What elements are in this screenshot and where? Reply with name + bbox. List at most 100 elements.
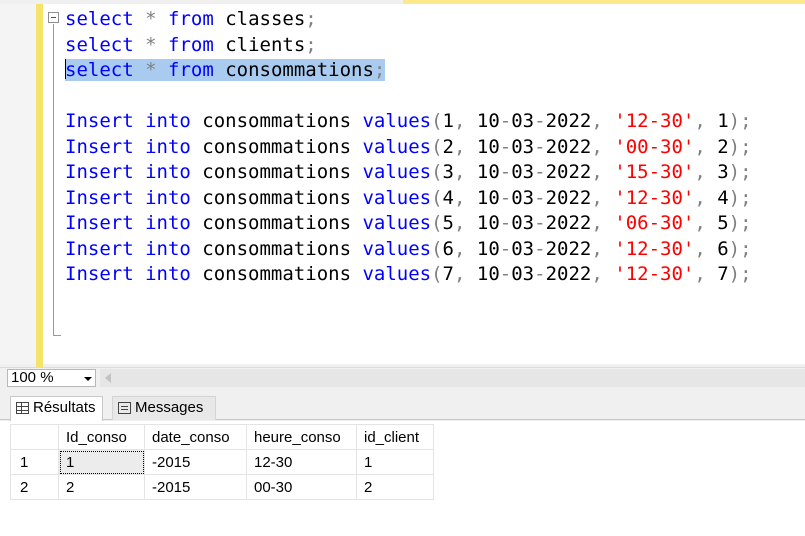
- code-token: '06-30': [614, 212, 695, 234]
- column-header[interactable]: date_conso: [144, 424, 247, 450]
- code-token: -: [534, 212, 546, 234]
- code-token: -: [499, 186, 512, 209]
- code-token: values: [362, 110, 432, 132]
- scroll-left-icon[interactable]: [105, 373, 111, 383]
- code-token: into: [145, 263, 191, 285]
- code-token: *: [145, 59, 157, 81]
- column-header[interactable]: heure_conso: [246, 424, 357, 450]
- code-line[interactable]: Insert into consommations values(6, 10-0…: [65, 237, 752, 263]
- code-token: 03: [511, 212, 535, 234]
- code-token: -: [499, 237, 512, 260]
- code-token: -: [499, 135, 512, 158]
- row-header-corner[interactable]: [10, 424, 59, 450]
- horizontal-scrollbar[interactable]: [100, 369, 805, 387]
- code-token: 03: [511, 263, 535, 285]
- code-line[interactable]: [65, 84, 752, 110]
- code-token: 2022: [545, 212, 592, 234]
- grid-cell[interactable]: 12-30: [246, 449, 357, 475]
- code-line[interactable]: Insert into consommations values(5, 10-0…: [65, 211, 752, 237]
- code-token: values: [362, 237, 432, 260]
- code-token: (: [431, 212, 443, 234]
- code-token: '12-30': [614, 110, 695, 132]
- grid-cell[interactable]: 2: [356, 474, 434, 500]
- code-line[interactable]: select * from classes;: [65, 7, 752, 33]
- code-line[interactable]: select * from consommations;: [65, 58, 752, 84]
- code-token: values: [362, 212, 432, 234]
- outline-guide-end: [53, 335, 61, 336]
- code-token: consommations: [190, 161, 363, 183]
- results-grid[interactable]: Id_conso date_conso heure_conso id_clien…: [10, 424, 434, 500]
- code-token: from: [168, 33, 214, 56]
- row-number[interactable]: 1: [10, 449, 59, 475]
- code-token: 2022: [545, 135, 592, 158]
- code-token: consommations: [213, 59, 374, 81]
- code-token: 10: [465, 161, 500, 183]
- code-line[interactable]: Insert into consommations values(3, 10-0…: [65, 160, 752, 186]
- grid-cell[interactable]: 00-30: [246, 474, 357, 500]
- code-token: 03: [511, 135, 535, 158]
- tab-results[interactable]: Résultats: [10, 396, 103, 421]
- table-row[interactable]: 1 1 -2015 12-30 1: [10, 449, 434, 475]
- code-token: *: [145, 33, 157, 56]
- code-token: -: [534, 263, 546, 285]
- column-header[interactable]: id_client: [356, 424, 434, 450]
- column-header[interactable]: Id_conso: [58, 424, 145, 450]
- code-token: ;: [373, 59, 386, 81]
- grid-cell[interactable]: -2015: [144, 449, 247, 475]
- code-token: 10: [465, 237, 500, 260]
- grid-cell[interactable]: -2015: [144, 474, 247, 500]
- code-token: Insert: [65, 161, 134, 183]
- grid-cell[interactable]: 2: [58, 474, 145, 500]
- code-line[interactable]: Insert into consommations values(2, 10-0…: [65, 135, 752, 161]
- code-token: ,: [694, 161, 706, 183]
- code-token: 10: [465, 135, 500, 158]
- code-token: 7: [442, 263, 454, 285]
- code-token: ,: [694, 212, 706, 234]
- code-line[interactable]: Insert into consommations values(1, 10-0…: [65, 109, 752, 135]
- code-token: 10: [465, 110, 500, 132]
- code-line[interactable]: Insert into consommations values(7, 10-0…: [65, 262, 752, 288]
- code-token: (: [431, 110, 443, 132]
- code-token: Insert: [65, 263, 134, 285]
- chevron-down-icon[interactable]: [84, 377, 92, 381]
- grid-cell[interactable]: 1: [58, 449, 145, 475]
- text-selection[interactable]: select * from consommations;: [65, 59, 386, 81]
- code-token: );: [728, 110, 752, 132]
- code-token: (: [431, 237, 443, 260]
- code-token: ,: [591, 237, 603, 260]
- code-token: 10: [465, 263, 500, 285]
- code-token: Insert: [65, 135, 134, 158]
- code-token: into: [145, 212, 191, 234]
- code-token: ,: [694, 237, 706, 260]
- code-token: ,: [694, 135, 706, 158]
- code-line[interactable]: select * from clients;: [65, 33, 752, 59]
- sql-code[interactable]: select * from classes; select * from clie…: [65, 7, 752, 288]
- code-token: ,: [694, 186, 706, 209]
- zoom-dropdown[interactable]: 100 %: [7, 369, 96, 387]
- code-token: 10: [465, 186, 500, 209]
- query-editor[interactable]: select * from classes; select * from clie…: [0, 4, 805, 364]
- tab-messages[interactable]: Messages: [112, 396, 216, 420]
- row-number[interactable]: 2: [10, 474, 59, 500]
- code-token: 5: [705, 212, 729, 234]
- code-token: ,: [591, 110, 603, 132]
- code-token: 2022: [545, 161, 592, 183]
- collapse-region-icon[interactable]: [48, 12, 59, 23]
- code-token: select: [65, 8, 134, 30]
- code-token: into: [145, 186, 191, 209]
- results-pane: Résultats Messages Id_conso date_conso h…: [0, 387, 805, 536]
- table-row[interactable]: 2 2 -2015 00-30 2: [10, 474, 434, 500]
- code-token: 3: [442, 161, 454, 183]
- code-token: );: [728, 135, 752, 158]
- code-token: ,: [454, 237, 466, 260]
- results-grid-area: Id_conso date_conso heure_conso id_clien…: [0, 421, 805, 536]
- grid-cell[interactable]: 1: [356, 449, 434, 475]
- code-line[interactable]: Insert into consommations values(4, 10-0…: [65, 186, 752, 212]
